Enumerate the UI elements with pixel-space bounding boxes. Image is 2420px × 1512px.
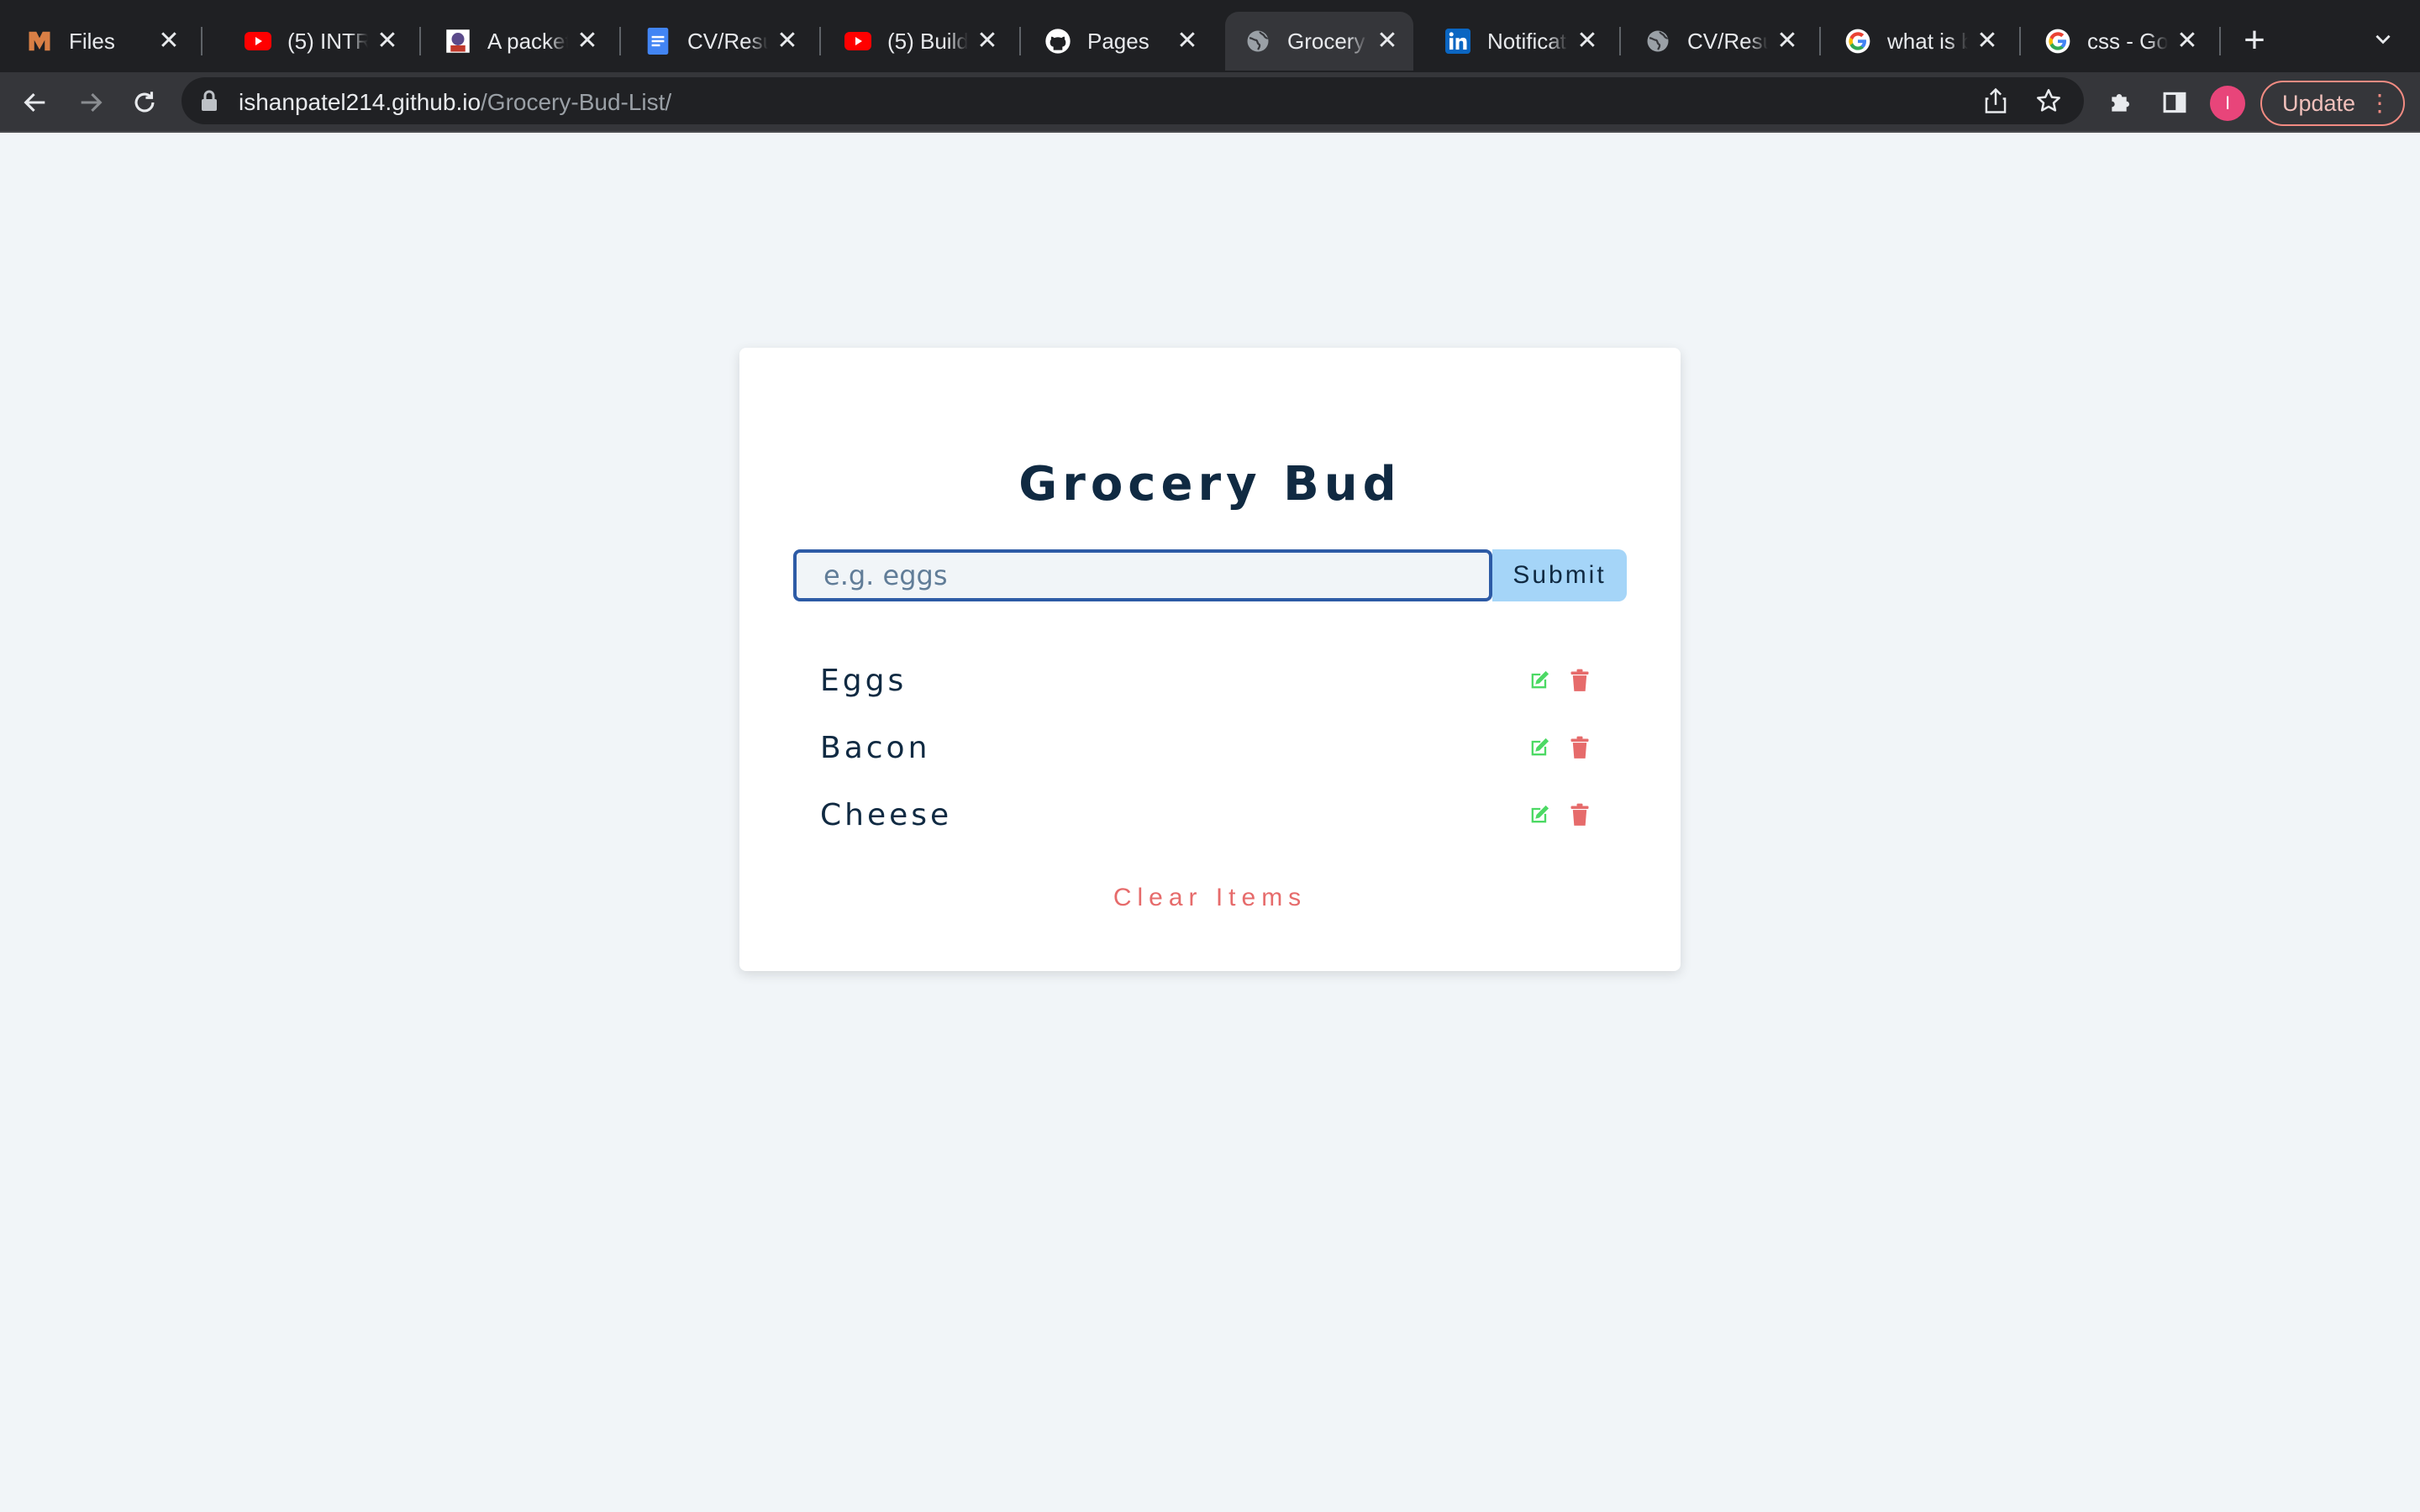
browser-tab[interactable]: Notificatio✕ [1425, 12, 1613, 71]
url-text: ishanpatel214.github.io/Grocery-Bud-List… [239, 89, 671, 116]
grocery-input[interactable]: e.g. eggs [793, 549, 1492, 601]
youtube-icon [844, 27, 872, 55]
grocery-item: Eggs [820, 655, 1600, 722]
forward-arrow-icon [81, 92, 103, 113]
tab-separator [819, 27, 821, 55]
close-tab-icon[interactable]: ✕ [1773, 27, 1802, 55]
reload-button[interactable] [126, 84, 163, 121]
page-title: Grocery Bud [1018, 457, 1402, 512]
side-panel-button[interactable] [2156, 84, 2193, 121]
close-tab-icon[interactable]: ✕ [1573, 27, 1602, 55]
browser-tab[interactable]: CV/Resum✕ [625, 12, 813, 71]
close-tab-icon[interactable]: ✕ [155, 27, 183, 55]
tab-separator [619, 27, 621, 55]
browser-tab[interactable]: (5) Build ✕ [825, 12, 1013, 71]
globe-icon [1244, 27, 1272, 55]
grocery-item-name: Bacon [820, 731, 931, 765]
extensions-button[interactable] [2102, 84, 2139, 121]
clear-items-button[interactable]: Clear Items [739, 884, 1681, 912]
browser-tab[interactable]: A packet ✕ [425, 12, 613, 71]
tab-title: (5) INTRO [287, 28, 368, 54]
grocery-item: Bacon [820, 722, 1600, 790]
close-tab-icon[interactable]: ✕ [1973, 27, 2002, 55]
address-bar[interactable]: ishanpatel214.github.io/Grocery-Bud-List… [182, 77, 2084, 124]
tab-title: Pages [1087, 28, 1150, 54]
tab-search-chevron-icon[interactable] [2366, 25, 2400, 59]
browser-tab[interactable]: (5) INTRO✕ [225, 12, 413, 71]
close-tab-icon[interactable]: ✕ [1373, 27, 1402, 55]
grocery-list: Eggs Bacon Cheese [820, 655, 1600, 857]
forward-button[interactable] [72, 84, 109, 121]
trash-icon[interactable] [1570, 803, 1591, 827]
close-tab-icon[interactable]: ✕ [773, 27, 802, 55]
kebab-menu-icon[interactable]: ⋮ [2368, 82, 2391, 124]
trash-icon[interactable] [1570, 736, 1591, 759]
puzzle-icon [2112, 94, 2129, 112]
bookmark-star-icon[interactable] [2035, 87, 2062, 118]
docs-icon [644, 27, 672, 55]
tab-title: Notificatio [1487, 28, 1568, 54]
tab-title: what is br [1887, 28, 1968, 54]
lock-icon[interactable] [200, 89, 218, 117]
m-icon [25, 27, 54, 55]
tab-separator [1819, 27, 1821, 55]
google-icon [2044, 27, 2072, 55]
close-tab-icon[interactable]: ✕ [2173, 27, 2202, 55]
grocery-item-name: Eggs [820, 664, 908, 698]
avatar-icon [444, 27, 472, 55]
update-label: Update [2282, 91, 2356, 116]
new-tab-button[interactable]: + [2235, 22, 2274, 60]
browser-tab[interactable]: Pages ✕ [1025, 12, 1213, 71]
browser-tab[interactable]: what is br✕ [1825, 12, 2013, 71]
browser-tab[interactable]: css - Goo✕ [2025, 12, 2213, 71]
edit-icon[interactable] [1528, 803, 1551, 827]
back-arrow-icon [24, 92, 45, 113]
tab-title: CV/Resum [687, 28, 768, 54]
youtube-icon [244, 27, 272, 55]
grocery-card: Grocery Bud e.g. eggs Submit Eggs Bacon Ch… [739, 348, 1681, 971]
profile-avatar[interactable]: I [2210, 86, 2245, 121]
submit-button[interactable]: Submit [1492, 549, 1627, 601]
edit-icon[interactable] [1528, 669, 1551, 692]
back-button[interactable] [17, 84, 54, 121]
tab-separator [1619, 27, 1621, 55]
browser-tab[interactable]: CV/Resum✕ [1625, 12, 1813, 71]
github-icon [1044, 27, 1072, 55]
linkedin-icon [1444, 27, 1472, 55]
close-tab-icon[interactable]: ✕ [573, 27, 602, 55]
update-button[interactable]: Update ⋮ [2260, 81, 2405, 126]
grocery-item: Cheese [820, 790, 1600, 857]
grocery-item-name: Cheese [820, 798, 953, 832]
close-tab-icon[interactable]: ✕ [973, 27, 1002, 55]
tab-separator [2019, 27, 2021, 55]
browser-tab[interactable]: Files ✕ [7, 12, 195, 71]
tab-separator [2219, 27, 2221, 55]
tab-title: css - Goo [2087, 28, 2168, 54]
url-host: ishanpatel214.github.io [239, 89, 481, 115]
side-panel-icon [2163, 92, 2186, 113]
tab-separator [419, 27, 421, 55]
tab-strip: Files✕(5) INTRO✕A packet✕CV/Resum✕(5) Bu… [0, 0, 2420, 72]
google-icon [1844, 27, 1872, 55]
close-tab-icon[interactable]: ✕ [1173, 27, 1202, 55]
share-icon[interactable] [1983, 87, 2008, 118]
globe-icon [1644, 27, 1672, 55]
grocery-form: e.g. eggs Submit [793, 549, 1627, 601]
tab-title: Grocery B [1287, 28, 1368, 54]
tab-title: A packet [487, 28, 568, 54]
tab-title: Files [69, 28, 115, 54]
tab-separator [1019, 27, 1021, 55]
browser-tab[interactable]: Grocery B✕ [1225, 12, 1413, 71]
url-path: /Grocery-Bud-List/ [481, 89, 672, 115]
trash-icon[interactable] [1570, 669, 1591, 692]
tab-separator [201, 27, 203, 55]
edit-icon[interactable] [1528, 736, 1551, 759]
tab-title: CV/Resum [1687, 28, 1768, 54]
close-tab-icon[interactable]: ✕ [373, 27, 402, 55]
browser-toolbar: ishanpatel214.github.io/Grocery-Bud-List… [0, 72, 2420, 133]
tab-title: (5) Build [887, 28, 968, 54]
reload-icon [134, 92, 155, 113]
